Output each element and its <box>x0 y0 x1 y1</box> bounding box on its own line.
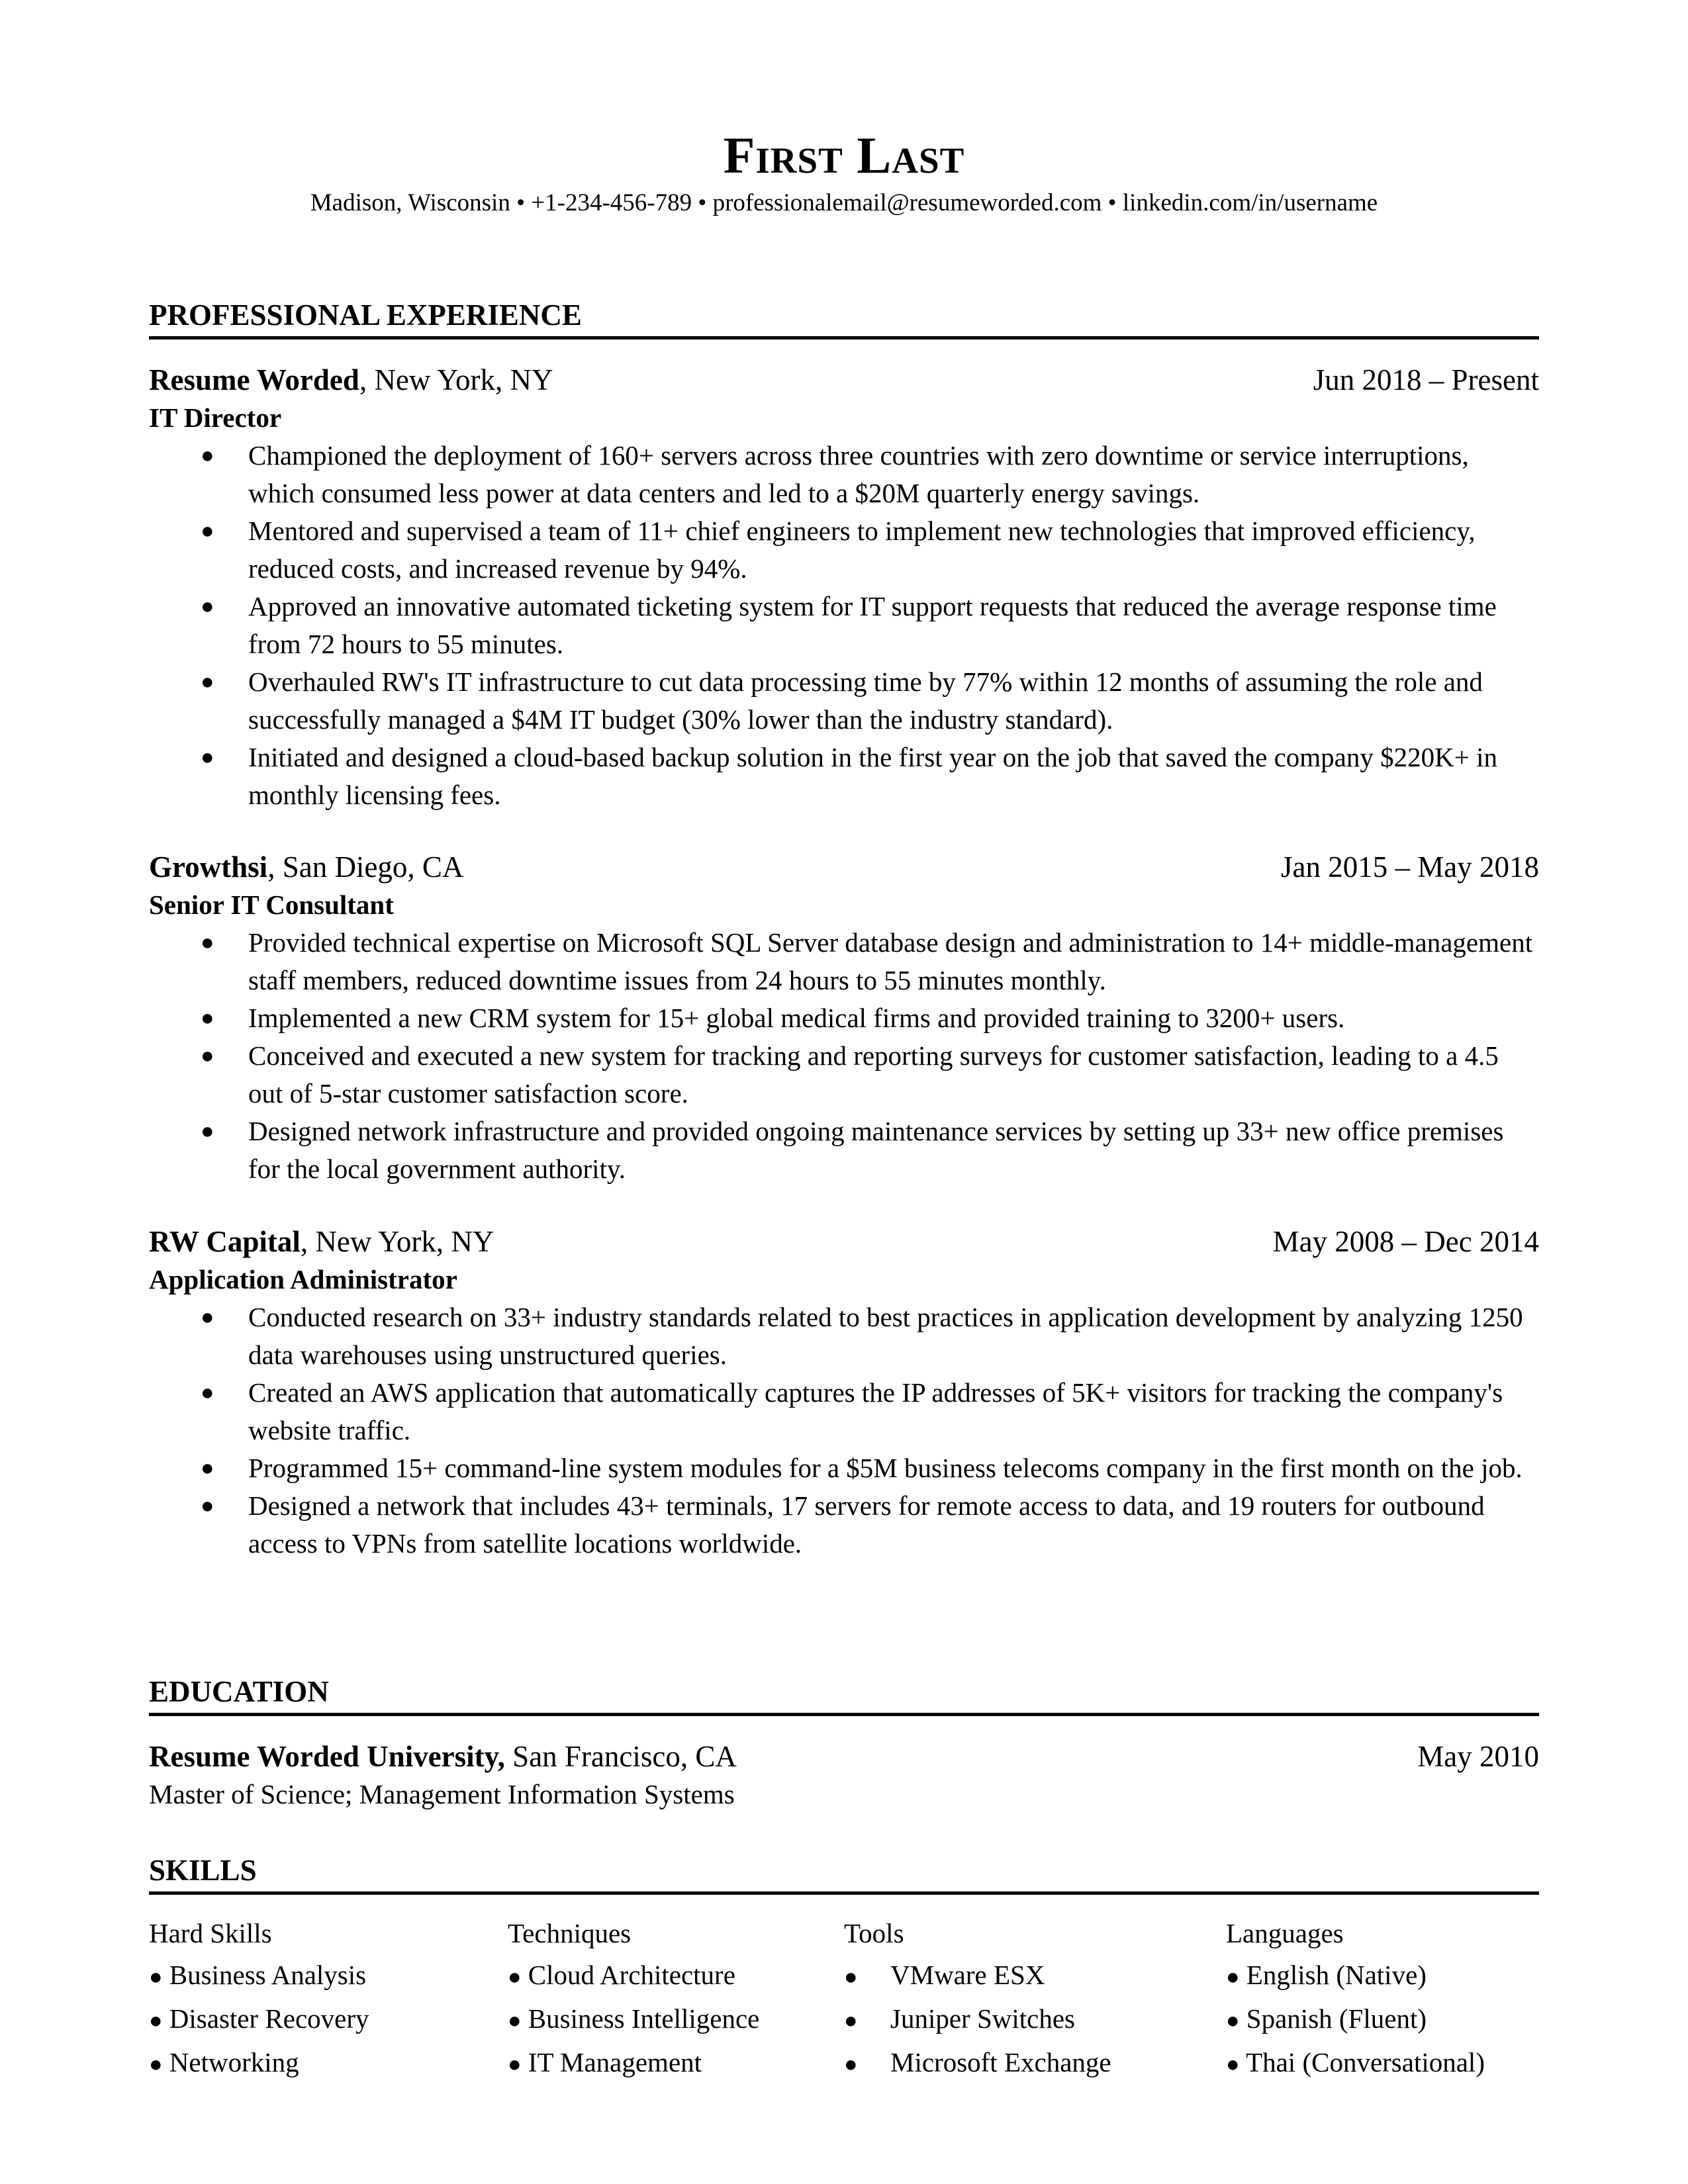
bullet-icon: ● <box>508 2052 522 2077</box>
bullet-icon: ● <box>201 745 214 770</box>
bullet-item: ● Conceived and executed a new system for… <box>149 1037 1539 1113</box>
skill-heading: Tools <box>844 1918 904 1948</box>
skill-item: ● Spanish (Fluent) <box>1226 2003 1427 2034</box>
company-name: Growthsi <box>149 850 268 884</box>
skill-column-languages: Languages ● English (Native) ● Spanish (… <box>1226 1913 1485 2085</box>
skill-column-techniques: Techniques ● Cloud Architecture ● Busine… <box>508 1913 759 2085</box>
bullet-icon: ● <box>508 1965 522 1989</box>
bullet-icon: ● <box>201 519 214 543</box>
bullet-item: ● Conducted research on 33+ industry stan… <box>149 1298 1539 1374</box>
job-bullets: ● Provided technical expertise on Microso… <box>149 924 1539 1188</box>
degree: Master of Science; Management Informatio… <box>149 1779 735 1809</box>
bullet-item: ● Designed network infrastructure and pro… <box>149 1113 1539 1188</box>
bullet-icon: ● <box>201 1381 214 1405</box>
skill-item: ● Juniper Switches <box>844 1998 1111 2042</box>
bullet-icon: ● <box>201 1494 214 1518</box>
education-header: Resume Worded University, San Francisco,… <box>149 1738 1539 1776</box>
bullet-item: ● Overhauled RW's IT infrastructure to cu… <box>149 663 1539 739</box>
school-location: San Francisco, CA <box>504 1740 737 1773</box>
job-header: RW Capital, New York, NY May 2008 – Dec … <box>149 1223 1539 1261</box>
skill-item: ● Business Analysis <box>149 1960 367 1990</box>
job-dates: May 2008 – Dec 2014 <box>1272 1225 1539 1258</box>
job-location: , San Diego, CA <box>267 850 464 884</box>
bullet-item: ● Designed a network that includes 43+ te… <box>149 1487 1539 1563</box>
bullet-item: ● Mentored and supervised a team of 11+ c… <box>149 512 1539 588</box>
school-name: Resume Worded University, <box>149 1740 505 1773</box>
job-header: Resume Worded, New York, NY Jun 2018 – P… <box>149 361 1539 399</box>
skill-item: ● English (Native) <box>1226 1960 1427 1990</box>
bullet-icon: ● <box>201 594 214 619</box>
bullet-icon: ● <box>844 2052 858 2077</box>
section-title-skills: SKILLS <box>149 1852 1539 1895</box>
skill-heading: Techniques <box>508 1918 632 1948</box>
job-location: , New York, NY <box>359 363 553 396</box>
skill-column-tools: Tools ● VMware ESX ● Juniper Switches ● Mic… <box>844 1913 1111 2085</box>
job-dates: Jun 2018 – Present <box>1313 363 1539 396</box>
job-title: Application Administrator <box>149 1264 457 1295</box>
job-title: Senior IT Consultant <box>149 889 394 920</box>
skill-item: ● Thai (Conversational) <box>1226 2047 1485 2077</box>
bullet-icon: ● <box>149 1965 163 1989</box>
job-dates: Jan 2015 – May 2018 <box>1281 850 1539 884</box>
skill-item: ● VMware ESX <box>844 1954 1111 1998</box>
bullet-item: ● Championed the deployment of 160+ serve… <box>149 437 1539 512</box>
bullet-icon: ● <box>201 1006 214 1030</box>
candidate-name: First Last <box>723 126 965 184</box>
skill-heading: Languages <box>1226 1918 1344 1948</box>
bullet-icon: ● <box>201 1044 214 1068</box>
bullet-item: ● Implemented a new CRM system for 15+ gl… <box>149 999 1539 1037</box>
company-name: Resume Worded <box>149 363 359 396</box>
contact-line: Madison, Wisconsin • +1-234-456-789 • pr… <box>310 189 1378 216</box>
bullet-icon: ● <box>201 443 214 468</box>
bullet-item: ● Initiated and designed a cloud-based ba… <box>149 739 1539 814</box>
bullet-icon: ● <box>844 2009 858 2033</box>
skill-item: ● Microsoft Exchange <box>844 2042 1111 2085</box>
bullet-icon: ● <box>149 2052 163 2077</box>
bullet-icon: ● <box>1226 2009 1240 2033</box>
bullet-icon: ● <box>149 2009 163 2033</box>
skill-item: ● Cloud Architecture <box>508 1960 735 1990</box>
bullet-item: ● Created an AWS application that automat… <box>149 1374 1539 1449</box>
bullet-icon: ● <box>508 2009 522 2033</box>
section-title-education: EDUCATION <box>149 1673 1539 1716</box>
bullet-icon: ● <box>201 1305 214 1330</box>
company-name: RW Capital <box>149 1225 301 1258</box>
skill-item: ● Business Intelligence <box>508 2003 760 2034</box>
job-bullets: ● Championed the deployment of 160+ serve… <box>149 437 1539 814</box>
bullet-icon: ● <box>844 1965 858 1989</box>
bullet-icon: ● <box>201 670 214 694</box>
bullet-icon: ● <box>1226 1965 1240 1989</box>
graduation-date: May 2010 <box>1417 1740 1539 1773</box>
bullet-icon: ● <box>201 1119 214 1144</box>
skill-item: ● IT Management <box>508 2047 702 2077</box>
section-title-experience: PROFESSIONAL EXPERIENCE <box>149 296 1539 340</box>
skill-column-hard-skills: Hard Skills ● Business Analysis ● Disast… <box>149 1913 369 2085</box>
job-location: , New York, NY <box>300 1225 494 1258</box>
bullet-icon: ● <box>201 931 214 955</box>
bullet-item: ● Approved an innovative automated ticket… <box>149 588 1539 663</box>
skill-item: ● Networking <box>149 2047 299 2077</box>
bullet-item: ● Provided technical expertise on Microso… <box>149 924 1539 999</box>
bullet-item: ● Programmed 15+ command-line system modu… <box>149 1449 1539 1487</box>
skill-heading: Hard Skills <box>149 1918 272 1948</box>
job-title: IT Director <box>149 402 282 433</box>
bullet-icon: ● <box>1226 2052 1240 2077</box>
skill-item: ● Disaster Recovery <box>149 2003 369 2034</box>
bullet-icon: ● <box>201 1456 214 1480</box>
job-header: Growthsi, San Diego, CA Jan 2015 – May 2… <box>149 848 1539 886</box>
job-bullets: ● Conducted research on 33+ industry stan… <box>149 1298 1539 1563</box>
